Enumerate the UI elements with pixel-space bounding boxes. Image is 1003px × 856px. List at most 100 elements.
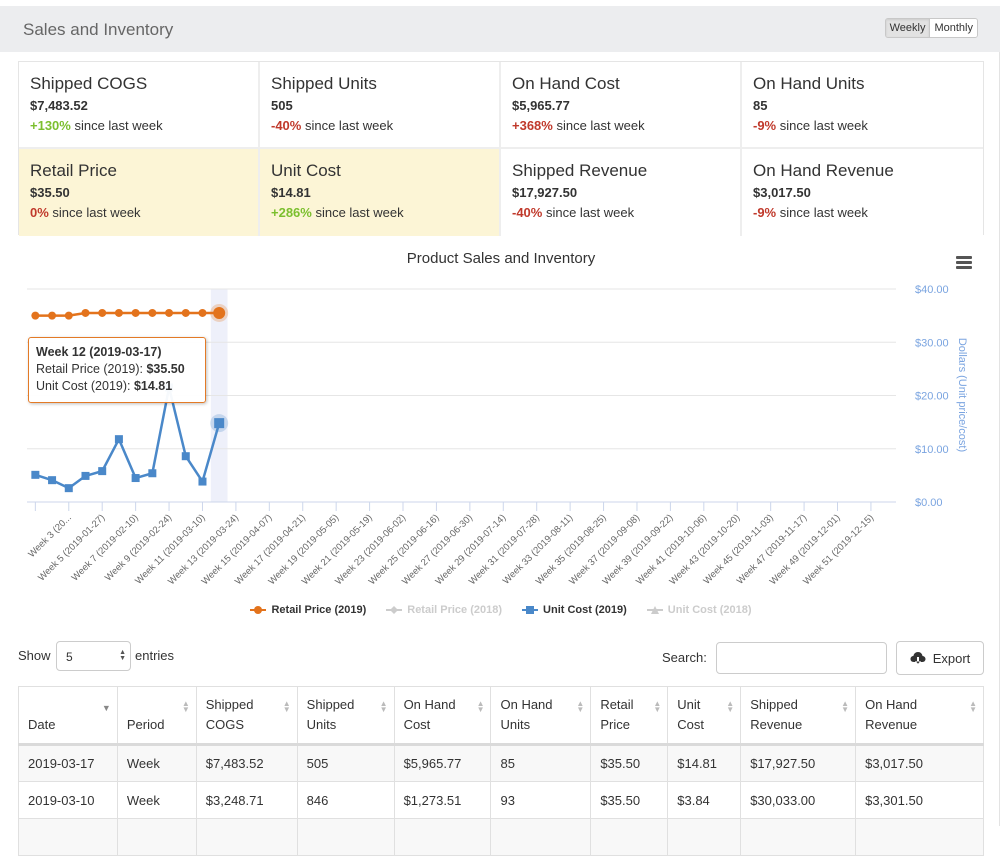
table-cell bbox=[18, 818, 118, 856]
kpi-value: $3,017.50 bbox=[753, 185, 811, 200]
column-header[interactable]: Shipped COGS ▲ ▼ bbox=[195, 686, 298, 746]
table-cell: 2019-03-17 bbox=[18, 744, 118, 782]
column-header[interactable]: On Hand Units ▲ ▼ bbox=[490, 686, 592, 746]
kpi-card-shipped-units: Shipped Units 505 -40% since last week bbox=[260, 62, 501, 149]
table-cell: $3,017.50 bbox=[855, 744, 984, 782]
monthly-button[interactable]: Monthly bbox=[930, 19, 977, 37]
entries-length-value: 5 bbox=[66, 650, 73, 664]
data-point bbox=[131, 474, 140, 483]
data-point bbox=[81, 471, 90, 480]
data-point bbox=[64, 311, 73, 320]
column-header-line1: On Hand bbox=[865, 697, 918, 712]
kpi-change-suffix: since last week bbox=[311, 205, 404, 220]
table-cell bbox=[667, 818, 742, 856]
table-cell bbox=[116, 818, 197, 856]
search-input[interactable] bbox=[716, 642, 887, 674]
table-cell: $1,273.51 bbox=[393, 781, 492, 819]
column-header[interactable]: Unit Cost ▲ ▼ bbox=[667, 686, 742, 746]
kpi-change-suffix: since last week bbox=[776, 118, 868, 133]
data-point bbox=[31, 311, 40, 320]
column-header-line1: Shipped bbox=[306, 697, 355, 712]
sort-icon: ▲ ▼ bbox=[476, 699, 485, 714]
table-cell: $3.84 bbox=[667, 781, 742, 819]
y-axis-title: Dollars (Unit price/cost) bbox=[956, 338, 968, 452]
column-header-line2: Date bbox=[28, 717, 56, 732]
column-header[interactable]: Period ▲ ▼ bbox=[116, 686, 197, 746]
legend-circle-marker-icon bbox=[250, 606, 267, 614]
kpi-title: Shipped COGS bbox=[30, 74, 148, 93]
data-point bbox=[148, 308, 157, 317]
table-cell: 93 bbox=[490, 781, 592, 819]
kpi-value: $17,927.50 bbox=[512, 185, 578, 200]
column-header[interactable]: Retail Price ▲ ▼ bbox=[590, 686, 669, 746]
table-row bbox=[18, 818, 984, 856]
column-header[interactable]: On Hand Revenue ▲ ▼ bbox=[855, 686, 984, 746]
data-point bbox=[98, 308, 107, 317]
data-point bbox=[181, 308, 190, 317]
sort-icon: ▲ ▼ bbox=[576, 699, 585, 714]
kpi-change: -9% since last week bbox=[753, 204, 972, 221]
table-cell: $17,927.50 bbox=[740, 744, 857, 782]
sort-icon: ▲ ▼ bbox=[969, 699, 977, 714]
legend-item[interactable]: Retail Price (2018) bbox=[386, 604, 502, 616]
column-header-line2: Cost bbox=[677, 717, 704, 732]
y-tick-label: $10.00 bbox=[915, 444, 949, 456]
entries-label: entries bbox=[135, 648, 175, 663]
tooltip-retail-label: Retail Price (2019): bbox=[36, 362, 147, 376]
panel-header: Sales and Inventory Weekly Monthly bbox=[0, 6, 1000, 52]
legend-triangle-marker-icon bbox=[646, 606, 663, 614]
data-point bbox=[31, 470, 40, 479]
legend-square-marker-icon bbox=[522, 606, 539, 614]
legend-label: Retail Price (2019) bbox=[271, 604, 367, 616]
data-table: Date ▼ Period ▲ ▼ Shipped COGS ▲ ▼ Shipped Units ▲ ▼… bbox=[18, 686, 984, 856]
select-arrows-icon: ▲ ▼ bbox=[119, 649, 126, 662]
column-header-line2: Units bbox=[500, 717, 531, 732]
table-cell: $14.81 bbox=[667, 744, 742, 782]
weekly-button[interactable]: Weekly bbox=[885, 19, 931, 37]
column-header-line1: Shipped bbox=[205, 697, 254, 712]
kpi-change-percent: +286% bbox=[271, 205, 312, 220]
kpi-card-shipped-revenue: Shipped Revenue $17,927.50 -40% since last… bbox=[501, 149, 742, 236]
sort-icon: ▲ ▼ bbox=[726, 699, 735, 714]
data-point bbox=[48, 311, 57, 320]
y-tick-label: $20.00 bbox=[915, 391, 949, 403]
sort-icon: ▲ ▼ bbox=[379, 699, 388, 714]
kpi-title: Retail Price bbox=[30, 161, 117, 180]
table-cell bbox=[490, 818, 592, 856]
chart-container: $0.00 $10.00 $20.00 $30.00 $40.00 Dollars (Un… bbox=[18, 240, 984, 630]
panel-title: Sales and Inventory bbox=[23, 20, 174, 39]
legend-item[interactable]: Retail Price (2019) bbox=[250, 604, 366, 616]
column-header[interactable]: On Hand Cost ▲ ▼ bbox=[393, 686, 492, 746]
kpi-change-suffix: since last week bbox=[48, 205, 141, 220]
table-row: 2019-03-17 Week $7,483.52 505 $5,965.77 85 $35… bbox=[18, 744, 984, 782]
legend-diamond-marker-icon bbox=[386, 606, 403, 614]
column-header[interactable]: Shipped Revenue ▲ ▼ bbox=[740, 686, 857, 746]
column-header-line1: Unit bbox=[677, 697, 701, 712]
legend-item[interactable]: Unit Cost (2019) bbox=[522, 604, 627, 616]
data-point bbox=[181, 452, 190, 461]
data-point bbox=[98, 467, 107, 476]
hamburger-menu-icon[interactable] bbox=[956, 256, 972, 269]
y-tick-label: $0.00 bbox=[915, 497, 943, 509]
table-cell: $35.50 bbox=[590, 744, 669, 782]
kpi-change: -40% since last week bbox=[271, 117, 488, 134]
table-cell bbox=[590, 818, 669, 856]
kpi-change: -9% since last week bbox=[753, 117, 972, 134]
data-point bbox=[198, 477, 207, 486]
kpi-change: +368% since last week bbox=[512, 117, 729, 134]
column-header[interactable]: Date ▼ bbox=[18, 686, 118, 746]
column-header[interactable]: Shipped Units ▲ ▼ bbox=[296, 686, 395, 746]
table-cell bbox=[393, 818, 492, 856]
column-header-line1: Retail bbox=[600, 697, 634, 712]
column-header-line2: Revenue bbox=[865, 717, 918, 732]
kpi-title: On Hand Revenue bbox=[753, 161, 894, 180]
table-row: 2019-03-10 Week $3,248.71 846 $1,273.51 93 $35… bbox=[18, 781, 984, 819]
legend-item[interactable]: Unit Cost (2018) bbox=[646, 604, 752, 616]
kpi-change: +286% since last week bbox=[271, 204, 488, 221]
tooltip-title: Week 12 (2019-03-17) bbox=[36, 345, 162, 359]
data-point bbox=[148, 469, 157, 478]
export-button[interactable]: Export bbox=[896, 641, 984, 675]
kpi-change-percent: 0% bbox=[30, 205, 49, 220]
kpi-change: 0% since last week bbox=[30, 204, 247, 221]
entries-length-select[interactable]: 5 ▲ ▼ bbox=[56, 641, 131, 671]
